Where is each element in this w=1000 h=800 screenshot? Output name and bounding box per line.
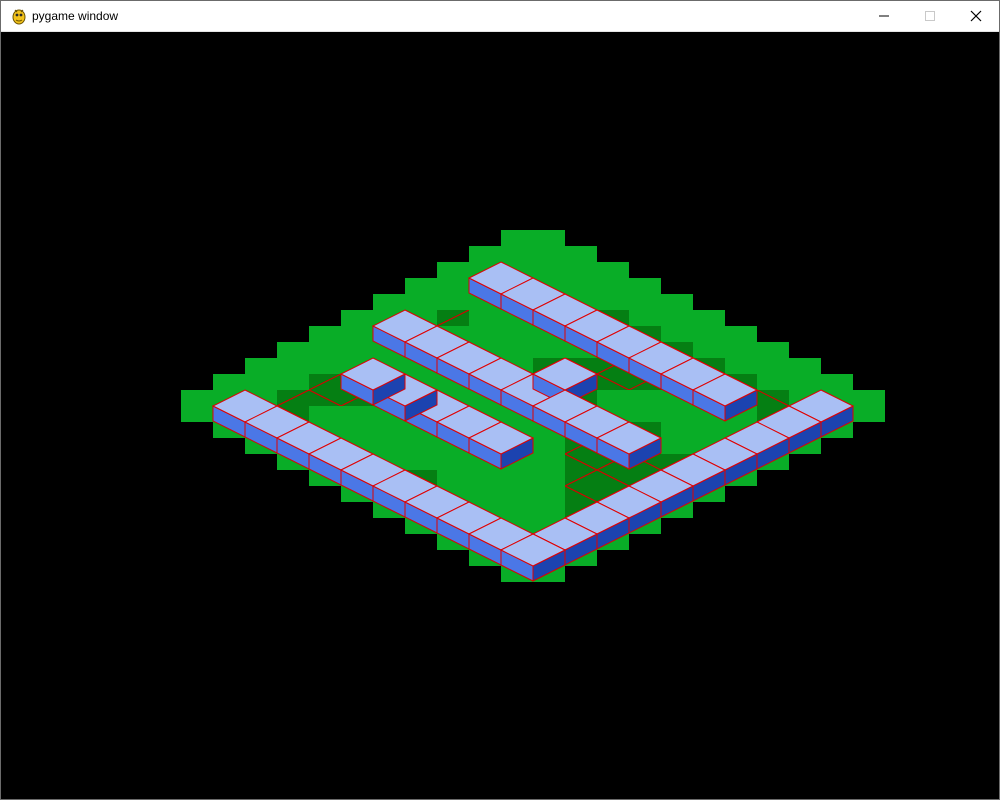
- maximize-icon: [925, 11, 935, 21]
- maximize-button[interactable]: [907, 1, 953, 31]
- isometric-board: [181, 230, 885, 582]
- close-button[interactable]: [953, 1, 999, 31]
- title-bar[interactable]: pygame window: [1, 1, 999, 32]
- window-title: pygame window: [32, 9, 119, 23]
- pygame-window: pygame window: [0, 0, 1000, 800]
- game-canvas[interactable]: [1, 32, 999, 799]
- pygame-snake-icon: [10, 7, 28, 25]
- minimize-icon: [879, 15, 889, 17]
- close-icon: [970, 10, 982, 22]
- minimize-button[interactable]: [861, 1, 907, 31]
